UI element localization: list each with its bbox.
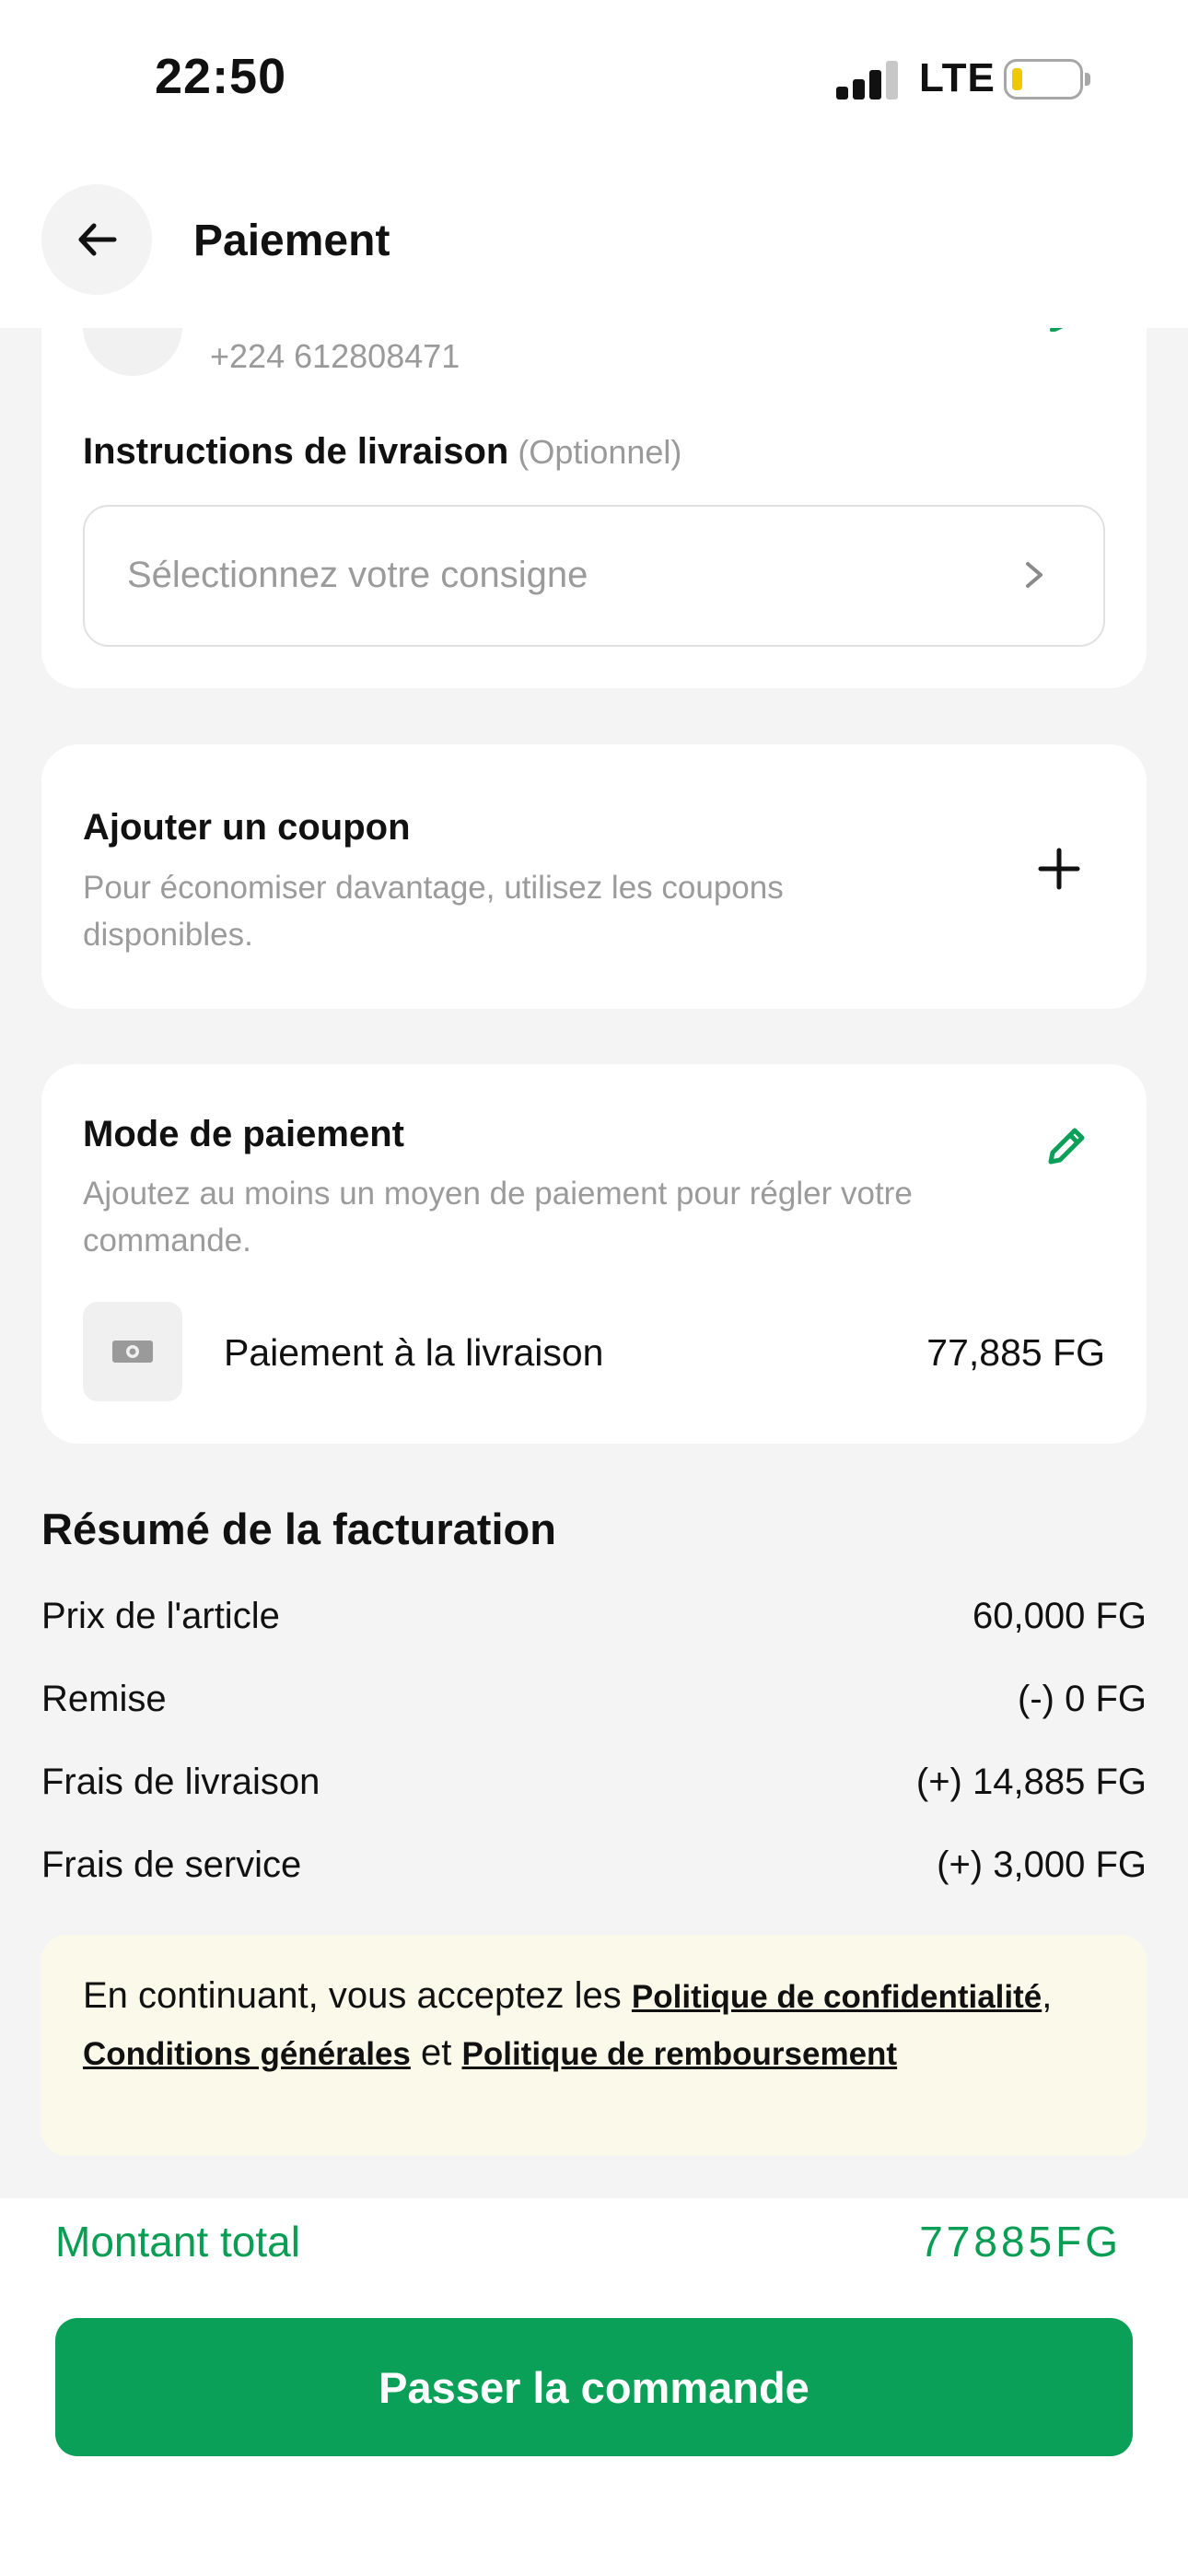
- bill-row-value: (+) 3,000 FG: [937, 1844, 1147, 1885]
- coupon-description: Pour économiser davantage, utilisez les …: [83, 870, 784, 953]
- delivery-instructions-placeholder: Sélectionnez votre consigne: [127, 555, 588, 595]
- terms-and: et: [410, 2032, 462, 2073]
- signal-icon: [836, 61, 899, 100]
- terms-comma: ,: [1042, 1975, 1053, 2016]
- chevron-right-icon: [1020, 556, 1048, 598]
- bill-row-discount: Remise (-) 0 FG: [41, 1679, 1147, 1734]
- bill-row-label: Remise: [41, 1679, 167, 1719]
- delivery-instructions-select[interactable]: Sélectionnez votre consigne: [83, 505, 1105, 647]
- bill-row-value: (-) 0 FG: [1018, 1679, 1147, 1719]
- delivery-instructions-label: Instructions de livraison (Optionnel): [83, 431, 682, 472]
- coupon-card[interactable]: Ajouter un coupon Pour économiser davant…: [41, 744, 1147, 1009]
- total-label: Montant total: [55, 2218, 300, 2266]
- cash-icon: [83, 1302, 182, 1401]
- page-title: Paiement: [193, 217, 390, 265]
- bill-row-value: 60,000 FG: [972, 1596, 1147, 1636]
- terms-notice: En continuant, vous acceptez les Politiq…: [41, 1935, 1147, 2156]
- add-coupon-button[interactable]: [1038, 848, 1080, 895]
- payment-mode-description: Ajoutez au moins un moyen de paiement po…: [83, 1176, 913, 1259]
- total-value: 77885FG: [919, 2218, 1122, 2266]
- privacy-policy-link[interactable]: Politique de confidentialité: [632, 1979, 1042, 2015]
- payment-mode-title: Mode de paiement: [83, 1114, 404, 1154]
- status-bar: 22:50 LTE: [0, 0, 1188, 164]
- coupon-title: Ajouter un coupon: [83, 807, 411, 848]
- place-order-button[interactable]: Passer la commande: [55, 2318, 1133, 2456]
- bill-row-label: Frais de service: [41, 1844, 302, 1885]
- status-time: 22:50: [155, 49, 287, 104]
- bill-row-delivery-fee: Frais de livraison (+) 14,885 FG: [41, 1762, 1147, 1817]
- delivery-details-card: +224 612808471 Instructions de livraison…: [41, 276, 1147, 688]
- plus-icon: [1038, 848, 1080, 890]
- billing-summary-title: Résumé de la facturation: [41, 1505, 556, 1553]
- payment-mode-card: Mode de paiement Ajoutez au moins un moy…: [41, 1064, 1147, 1444]
- terms-conditions-link[interactable]: Conditions générales: [83, 2036, 411, 2072]
- pencil-icon: [1048, 1128, 1085, 1165]
- bill-row-value: (+) 14,885 FG: [915, 1762, 1147, 1802]
- arrow-left-icon: [78, 223, 117, 256]
- optional-tag: (Optionnel): [518, 433, 682, 471]
- contact-phone: +224 612808471: [210, 337, 460, 375]
- payment-method-amount: 77,885 FG: [926, 1331, 1105, 1374]
- bill-row-label: Prix de l'article: [41, 1596, 280, 1636]
- refund-policy-link[interactable]: Politique de remboursement: [462, 2036, 898, 2072]
- bill-row-service-fee: Frais de service (+) 3,000 FG: [41, 1844, 1147, 1900]
- checkout-footer: Montant total 77885FG Passer la commande: [0, 2198, 1188, 2576]
- battery-icon: [1004, 59, 1090, 100]
- edit-payment-button[interactable]: [1043, 1123, 1089, 1174]
- payment-method-label: Paiement à la livraison: [224, 1331, 604, 1374]
- terms-prefix: En continuant, vous acceptez les: [83, 1975, 632, 2016]
- top-bar: Paiement: [0, 164, 1188, 328]
- network-label: LTE: [919, 55, 996, 100]
- bill-row-item-price: Prix de l'article 60,000 FG: [41, 1596, 1147, 1651]
- back-button[interactable]: [41, 184, 152, 295]
- bill-row-label: Frais de livraison: [41, 1762, 320, 1802]
